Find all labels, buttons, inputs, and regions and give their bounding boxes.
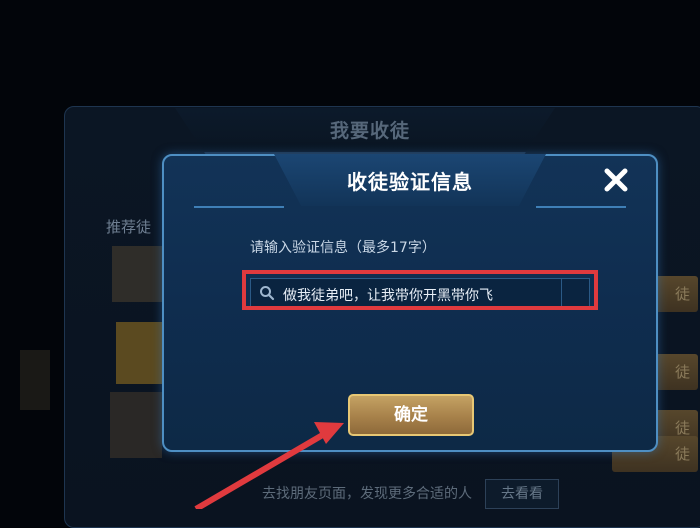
input-prompt: 请输入验证信息（最多17字） <box>250 240 436 256</box>
avatar <box>112 246 164 302</box>
close-button[interactable] <box>598 162 634 198</box>
avatar <box>110 392 162 458</box>
close-icon <box>604 168 628 192</box>
avatar <box>20 350 50 410</box>
verification-dialog: 收徒验证信息 请输入验证信息（最多17字） 做我徒弟吧，让我带你开黑带你飞 确定 <box>162 154 658 452</box>
dialog-header: 收徒验证信息 <box>164 154 656 208</box>
recommend-label: 推荐徒 <box>106 218 152 236</box>
confirm-button[interactable]: 确定 <box>348 394 474 436</box>
avatar <box>116 322 162 384</box>
dialog-title: 收徒验证信息 <box>347 170 473 194</box>
header-divider <box>194 206 284 208</box>
footer-text: 去找朋友页面，发现更多合适的人 <box>262 486 472 502</box>
background-title: 我要收徒 <box>329 120 410 142</box>
footer-button[interactable]: 去看看 <box>485 479 559 509</box>
highlight-box <box>242 270 598 310</box>
header-divider <box>536 206 626 208</box>
